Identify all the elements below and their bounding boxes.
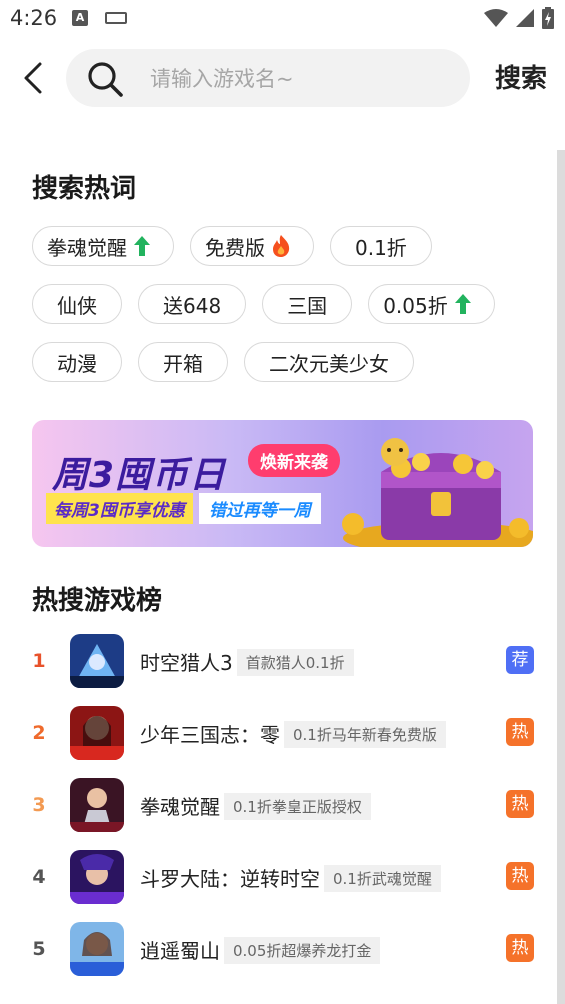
- game-icon: [70, 778, 124, 832]
- game-tag: 0.1折拳皇正版授权: [224, 793, 371, 820]
- search-button[interactable]: 搜索: [495, 58, 547, 95]
- hot-tag-label: 动漫: [57, 351, 97, 376]
- banner-subtitle-right: 错过再等一周: [198, 492, 321, 524]
- game-name: 时空猎人3: [140, 651, 233, 675]
- hot-tag-label: 0.05折: [383, 293, 448, 318]
- list-item[interactable]: 3 拳魂觉醒 0.1折拳皇正版授权 热: [32, 774, 534, 846]
- wifi-icon: [484, 9, 508, 27]
- hot-tag[interactable]: 仙侠: [32, 284, 122, 324]
- rank-number: 4: [32, 866, 46, 888]
- keyboard-icon: [105, 12, 127, 24]
- hot-tag[interactable]: 0.05折: [368, 284, 495, 324]
- game-name: 逍遥蜀山: [140, 939, 220, 963]
- recommend-badge: 荐: [506, 646, 534, 674]
- status-bar: 4:26 A: [0, 0, 565, 38]
- hot-tag-label: 0.1折: [355, 235, 407, 260]
- scrollbar[interactable]: [557, 150, 565, 1004]
- game-name: 斗罗大陆：逆转时空: [140, 867, 320, 891]
- hot-tag[interactable]: 免费版: [190, 226, 314, 266]
- hot-tag-label: 拳魂觉醒: [47, 235, 127, 260]
- hot-tag[interactable]: 动漫: [32, 342, 122, 382]
- chevron-left-icon: [24, 62, 42, 94]
- game-tag: 0.1折马年新春免费版: [284, 721, 446, 748]
- ranking-title: 热搜游戏榜: [32, 586, 163, 616]
- hot-tag-label: 仙侠: [57, 293, 97, 318]
- keyboard-a-icon: A: [72, 10, 88, 26]
- game-icon: [70, 850, 124, 904]
- hot-tag[interactable]: 开箱: [138, 342, 228, 382]
- hot-badge: 热: [506, 934, 534, 962]
- hot-tag-label: 三国: [287, 293, 328, 318]
- list-item[interactable]: 5 逍遥蜀山 0.05折超爆养龙打金 热: [32, 918, 534, 990]
- game-icon: [70, 922, 124, 976]
- back-button[interactable]: [18, 60, 50, 96]
- hot-tag-label: 送648: [163, 293, 222, 318]
- search-icon: [88, 62, 123, 97]
- hot-tag[interactable]: 拳魂觉醒: [32, 226, 174, 266]
- banner-title: 周3囤币日: [52, 455, 227, 496]
- treasure-chest-icon: [342, 438, 533, 547]
- hot-tag-label: 二次元美少女: [269, 351, 389, 376]
- up-arrow-icon: [454, 294, 471, 314]
- status-time: 4:26: [10, 6, 58, 30]
- hot-badge: 热: [506, 790, 534, 818]
- banner-subtitle: 每周3囤币享优惠 错过再等一周: [46, 492, 321, 524]
- signal-icon: [516, 9, 534, 27]
- battery-icon: [542, 7, 554, 29]
- ranking-list: 1 时空猎人3 首款猎人0.1折 荐 2 少年三国志：零 0.1折马年新春免费版 热…: [32, 630, 534, 990]
- hot-tag-label: 免费版: [205, 235, 265, 260]
- up-arrow-icon: [134, 236, 150, 256]
- search-input[interactable]: [148, 49, 452, 109]
- hot-tag-label: 开箱: [163, 351, 203, 376]
- game-icon: [70, 634, 124, 688]
- hot-badge: 热: [506, 718, 534, 746]
- status-icons: [483, 6, 555, 30]
- hot-badge: 热: [506, 862, 534, 890]
- rank-number: 1: [32, 650, 46, 672]
- list-item[interactable]: 1 时空猎人3 首款猎人0.1折 荐: [32, 630, 534, 702]
- game-tag: 0.05折超爆养龙打金: [224, 937, 381, 964]
- game-icon: [70, 706, 124, 760]
- search-box[interactable]: [66, 49, 470, 109]
- fire-icon: [273, 235, 290, 257]
- hot-words-tags: 拳魂觉醒 免费版 0.1折 仙侠 送648 三国 0.05折 动漫 开箱 二次元…: [32, 226, 532, 400]
- rank-number: 2: [32, 722, 46, 744]
- promo-banner[interactable]: 周3囤币日 焕新来袭 每周3囤币享优惠 错过再等一周: [32, 420, 533, 547]
- game-tag: 首款猎人0.1折: [236, 649, 354, 676]
- hot-words-title: 搜索热词: [32, 174, 137, 204]
- hot-tag[interactable]: 0.1折: [330, 226, 432, 266]
- list-item[interactable]: 2 少年三国志：零 0.1折马年新春免费版 热: [32, 702, 534, 774]
- game-name: 拳魂觉醒: [140, 795, 220, 819]
- banner-subtitle-left: 每周3囤币享优惠: [46, 492, 193, 524]
- rank-number: 3: [32, 794, 46, 816]
- list-item[interactable]: 4 斗罗大陆：逆转时空 0.1折武魂觉醒 热: [32, 846, 534, 918]
- search-header: 搜索: [0, 46, 565, 110]
- hot-tag[interactable]: 三国: [262, 284, 353, 324]
- rank-number: 5: [32, 938, 46, 960]
- game-tag: 0.1折武魂觉醒: [324, 865, 441, 892]
- hot-tag[interactable]: 送648: [138, 284, 247, 324]
- hot-tag[interactable]: 二次元美少女: [244, 342, 414, 382]
- game-name: 少年三国志：零: [140, 723, 280, 747]
- banner-badge: 焕新来袭: [248, 444, 340, 477]
